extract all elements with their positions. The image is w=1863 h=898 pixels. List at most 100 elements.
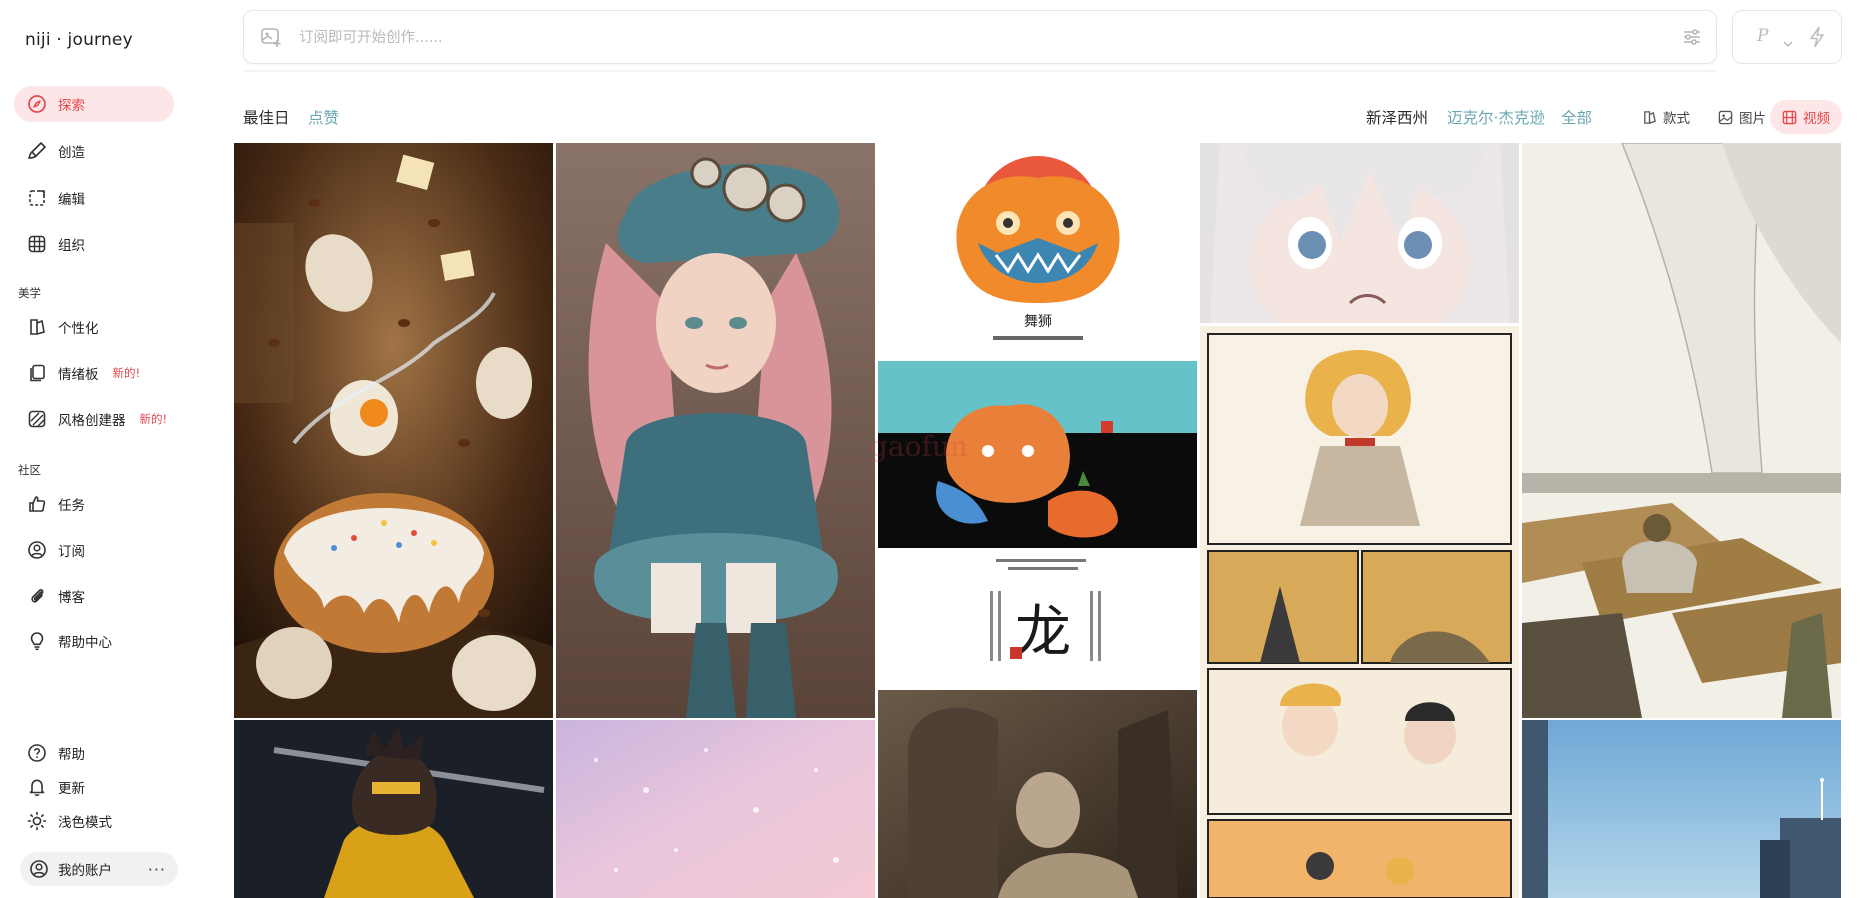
filter-image-button[interactable]: 图片 bbox=[1706, 100, 1778, 134]
gallery-item-lion-poster[interactable]: 舞狮 bbox=[878, 143, 1197, 358]
gallery-image bbox=[556, 720, 875, 898]
filter-video-label: 视频 bbox=[1803, 111, 1830, 127]
sun-icon bbox=[26, 810, 48, 832]
gallery-item-anime-girl[interactable] bbox=[1200, 143, 1519, 323]
section-label-community: 社区 bbox=[18, 463, 41, 477]
sidebar-item-organize[interactable]: 组织 bbox=[14, 226, 174, 262]
sidebar-item-tasks[interactable]: 任务 bbox=[14, 486, 174, 522]
watermark: gaofun bbox=[870, 430, 968, 463]
account-button[interactable]: 我的账户 ··· bbox=[20, 852, 178, 886]
filter-image-label: 图片 bbox=[1739, 111, 1766, 127]
gallery-item-pastel-sparkles[interactable] bbox=[556, 720, 875, 898]
style-icon bbox=[1642, 109, 1658, 125]
gallery-item-calligraphy-poster[interactable]: 龙 bbox=[878, 551, 1197, 687]
edit-frame-icon bbox=[26, 187, 48, 209]
new-badge: 新的! bbox=[139, 412, 168, 426]
sidebar-item-explore[interactable]: 探索 bbox=[14, 86, 174, 122]
tab-new-jersey[interactable]: 新泽西州 bbox=[1366, 106, 1428, 128]
prompt-bar[interactable] bbox=[243, 10, 1717, 64]
video-icon bbox=[1782, 109, 1798, 125]
sidebar-item-label: 探索 bbox=[58, 98, 85, 114]
sidebar-item-label: 更新 bbox=[58, 781, 85, 797]
sidebar-item-label: 浅色模式 bbox=[58, 815, 112, 831]
sidebar-item-label: 组织 bbox=[58, 238, 85, 254]
gallery-item-city-sky[interactable] bbox=[1522, 720, 1841, 898]
user-circle-icon bbox=[26, 539, 48, 561]
sidebar-item-label: 个性化 bbox=[58, 321, 99, 337]
sidebar-item-label: 任务 bbox=[58, 498, 85, 514]
image-icon bbox=[1718, 109, 1734, 125]
sidebar-item-updates[interactable]: 更新 bbox=[14, 769, 174, 805]
logo[interactable]: niji · journey bbox=[25, 30, 133, 50]
more-options-button[interactable]: ··· bbox=[148, 860, 166, 879]
gallery-item-monkey-warrior[interactable] bbox=[234, 720, 553, 898]
sidebar-item-label: 情绪板 bbox=[58, 367, 99, 383]
search-divider bbox=[243, 70, 1715, 72]
bell-icon bbox=[26, 776, 48, 798]
gallery-image bbox=[234, 143, 553, 718]
gallery-image bbox=[1522, 143, 1841, 718]
gallery-image bbox=[1200, 143, 1519, 323]
compass-icon bbox=[26, 93, 48, 115]
sidebar-item-label: 帮助 bbox=[58, 747, 85, 763]
sidebar-item-light-mode[interactable]: 浅色模式 bbox=[14, 803, 174, 839]
sidebar-item-label: 订阅 bbox=[58, 544, 85, 560]
sidebar-item-help-center[interactable]: 帮助中心 bbox=[14, 623, 174, 659]
new-badge: 新的! bbox=[112, 366, 141, 380]
gallery-item-donut[interactable] bbox=[234, 143, 553, 718]
lightbulb-icon bbox=[26, 630, 48, 652]
gallery-image bbox=[234, 720, 553, 898]
sidebar-item-personalize[interactable]: 个性化 bbox=[14, 309, 174, 345]
brush-icon bbox=[26, 140, 48, 162]
poster-title-1: 舞狮 bbox=[1024, 314, 1052, 330]
sidebar-item-label: 创造 bbox=[58, 145, 85, 161]
tab-likes[interactable]: 点赞 bbox=[308, 106, 339, 128]
grid-icon bbox=[26, 233, 48, 255]
paperclip-icon bbox=[26, 585, 48, 607]
sidebar-item-create[interactable]: 创造 bbox=[14, 133, 174, 169]
sidebar-item-help[interactable]: 帮助 bbox=[14, 735, 174, 771]
sidebar-item-label: 帮助中心 bbox=[58, 635, 112, 651]
chevron-down-icon bbox=[1783, 33, 1793, 52]
account-label: 我的账户 bbox=[58, 863, 112, 879]
gallery-item-gothic-statue[interactable] bbox=[878, 690, 1197, 898]
gallery-image: 龙 bbox=[878, 551, 1197, 687]
question-icon bbox=[26, 742, 48, 764]
model-selector[interactable]: P bbox=[1732, 10, 1842, 64]
gallery-image bbox=[1522, 720, 1841, 898]
gallery-item-classroom[interactable] bbox=[1522, 143, 1841, 718]
personalize-icon bbox=[26, 316, 48, 338]
sidebar-item-label: 博客 bbox=[58, 590, 85, 606]
sidebar: niji · journey 探索 创造 编辑 组织 美学 个性化 情绪板 新的… bbox=[0, 0, 190, 898]
sidebar-item-label: 编辑 bbox=[58, 192, 85, 208]
image-add-icon[interactable] bbox=[260, 26, 282, 52]
sidebar-item-moodboard[interactable]: 情绪板 新的! bbox=[14, 355, 174, 391]
filter-style-button[interactable]: 款式 bbox=[1630, 100, 1702, 134]
gallery-image bbox=[878, 690, 1197, 898]
section-label-aesthetics: 美学 bbox=[18, 286, 41, 300]
sidebar-item-subscribe[interactable]: 订阅 bbox=[14, 532, 174, 568]
gallery-image: 舞狮 bbox=[878, 143, 1197, 358]
thumbs-up-icon bbox=[26, 493, 48, 515]
filter-video-button[interactable]: 视频 bbox=[1770, 100, 1842, 134]
filter-style-label: 款式 bbox=[1663, 111, 1690, 127]
sidebar-item-blog[interactable]: 博客 bbox=[14, 578, 174, 614]
tab-all[interactable]: 全部 bbox=[1561, 106, 1592, 128]
gallery-item-steampunk-girl[interactable] bbox=[556, 143, 875, 718]
settings-sliders-icon[interactable] bbox=[1682, 27, 1702, 51]
tab-best-day[interactable]: 最佳日 bbox=[243, 106, 290, 128]
lightning-icon[interactable] bbox=[1808, 26, 1826, 52]
moodboard-icon bbox=[26, 362, 48, 384]
gallery-image bbox=[1200, 326, 1519, 898]
sidebar-item-style-creator[interactable]: 风格创建器 新的! bbox=[14, 401, 174, 437]
gallery-item-manga-page[interactable] bbox=[1200, 326, 1519, 898]
account-avatar-icon bbox=[28, 858, 50, 880]
tab-michael-jackson[interactable]: 迈克尔·杰克逊 bbox=[1447, 106, 1545, 128]
gallery-image bbox=[556, 143, 875, 718]
style-creator-icon bbox=[26, 408, 48, 430]
prompt-input[interactable] bbox=[297, 24, 1601, 52]
poster-title-2: 龙 bbox=[1015, 600, 1071, 665]
sidebar-item-label: 风格创建器 bbox=[58, 413, 126, 429]
sidebar-item-edit[interactable]: 编辑 bbox=[14, 180, 174, 216]
model-label: P bbox=[1757, 26, 1769, 46]
